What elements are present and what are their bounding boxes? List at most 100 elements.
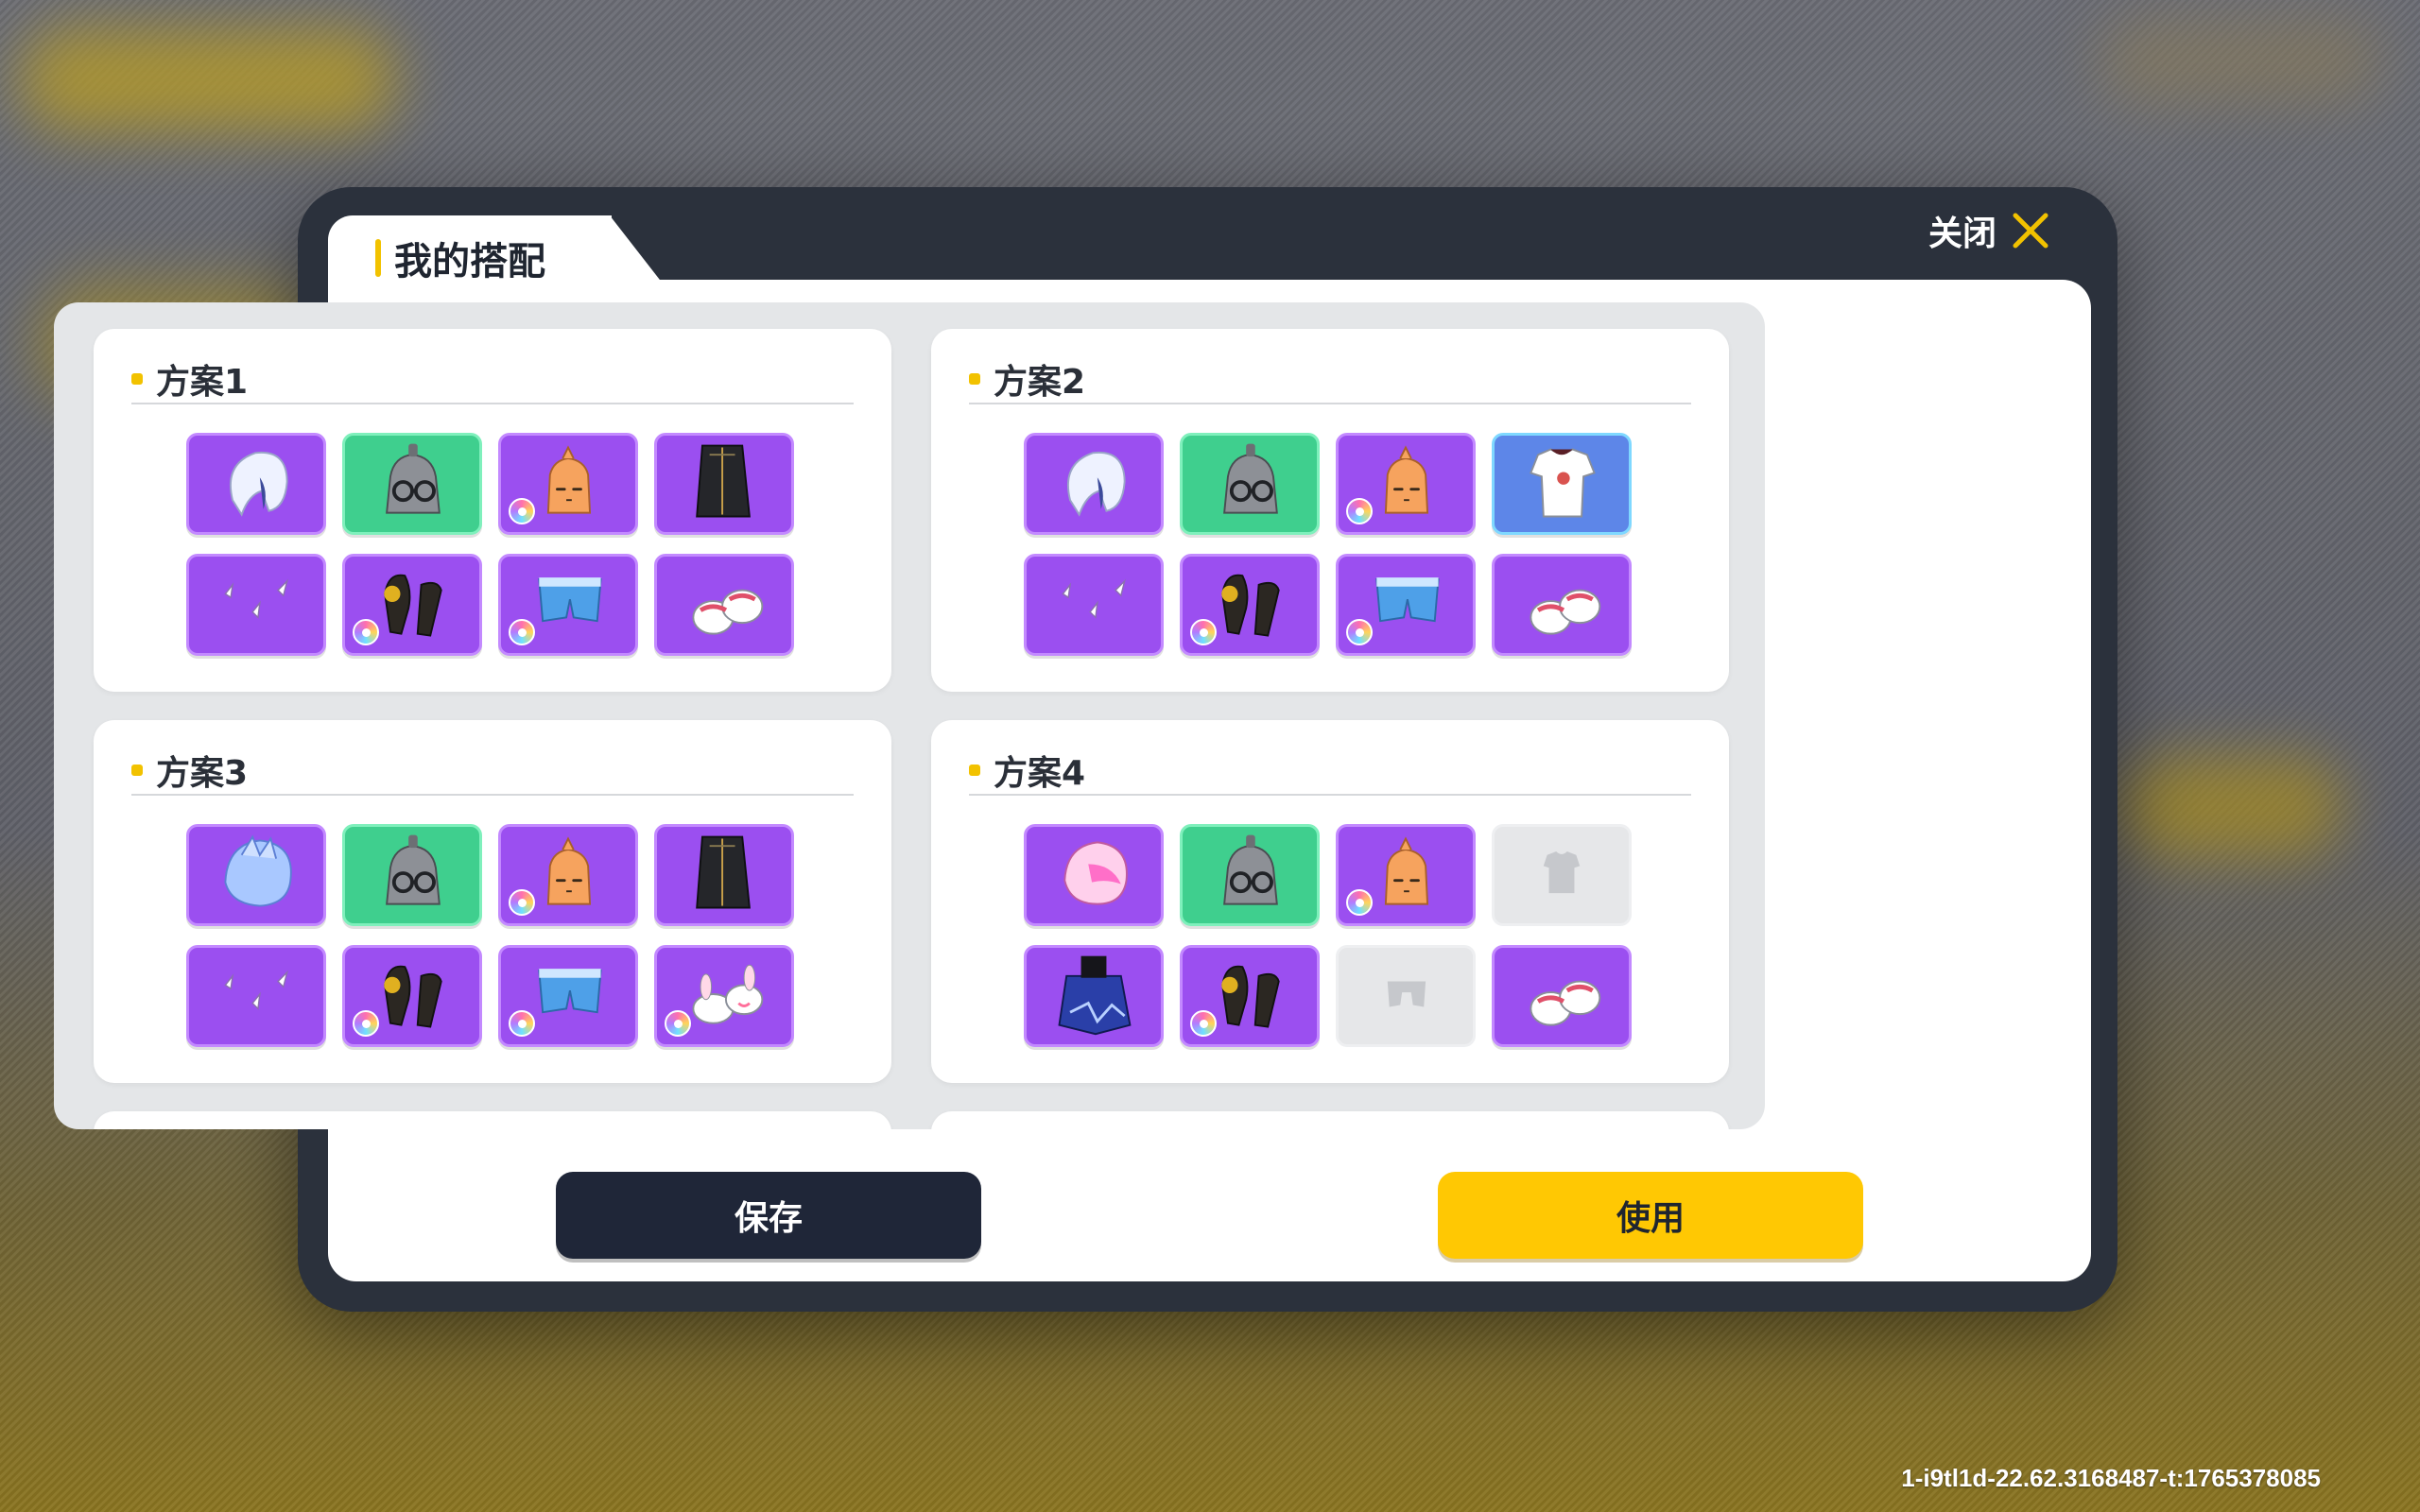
background-shape (2118, 756, 2344, 860)
outfit-item-slot[interactable] (1024, 554, 1164, 656)
dialog-title-text: 我的搭配 (394, 240, 545, 284)
black-coat-icon (673, 437, 775, 531)
outfit-item-grid (186, 824, 794, 1047)
outfit-bullet (131, 373, 143, 385)
outfit-card-partial[interactable] (94, 1111, 891, 1129)
outfit-bullet (969, 373, 980, 385)
outfit-item-slot[interactable] (1492, 945, 1632, 1047)
outfit-item-slot[interactable] (1180, 554, 1320, 656)
white-hair-icon (205, 437, 307, 531)
outfit-item-slot[interactable] (1024, 824, 1164, 926)
white-hair-icon (1043, 437, 1145, 531)
dye-badge-icon (509, 1010, 535, 1037)
outfit-item-grid (186, 433, 794, 656)
outfit-item-slot[interactable] (654, 945, 794, 1047)
dialog-tab-slope (610, 215, 676, 301)
outfit-item-slot[interactable] (1336, 433, 1476, 535)
outfit-card-header: 方案3 (131, 747, 854, 796)
outfit-name: 方案4 (994, 754, 1086, 793)
outfit-item-slot[interactable] (186, 945, 326, 1047)
outfit-item-grid (1024, 433, 1632, 656)
dye-badge-icon (1190, 1010, 1217, 1037)
outfit-item-slot[interactable] (342, 945, 482, 1047)
dye-badge-icon (353, 619, 379, 645)
title-accent-bar (375, 239, 381, 277)
outfit-card[interactable]: 方案1 (94, 329, 891, 692)
dye-badge-icon (509, 619, 535, 645)
outfit-item-slot[interactable] (342, 554, 482, 656)
white-shoes-icon (1511, 558, 1613, 652)
outfit-item-slot[interactable] (1024, 945, 1164, 1047)
dye-badge-icon (509, 498, 535, 524)
outfit-item-slot[interactable] (1024, 433, 1164, 535)
helmet-glasses-icon (1199, 437, 1301, 531)
outfit-card-header: 方案1 (131, 355, 854, 404)
use-button[interactable]: 使用 (1438, 1172, 1863, 1259)
feathers-icon (205, 558, 307, 652)
close-label: 关闭 (1927, 215, 1996, 253)
outfit-item-slot[interactable] (1336, 945, 1476, 1047)
outfit-card-header: 方案4 (969, 747, 1691, 796)
white-tshirt-icon (1511, 437, 1613, 531)
close-icon (2013, 213, 2048, 249)
outfit-item-slot[interactable] (1492, 824, 1632, 926)
outfit-card[interactable]: 方案3 (94, 720, 891, 1083)
outfit-card[interactable]: 方案4 (931, 720, 1729, 1083)
helmet-glasses-icon (361, 437, 463, 531)
helmet-glasses-icon (361, 828, 463, 922)
white-shoes-icon (1511, 949, 1613, 1043)
background-shape (19, 28, 397, 132)
outfit-item-slot[interactable] (1180, 824, 1320, 926)
outfit-list[interactable]: 方案1 方案2 方案3 方案4 (54, 302, 1765, 1129)
outfit-item-slot[interactable] (186, 824, 326, 926)
outfit-name: 方案2 (994, 363, 1086, 402)
outfit-card[interactable]: 方案2 (931, 329, 1729, 692)
white-shoes-icon (673, 558, 775, 652)
outfit-item-slot[interactable] (654, 554, 794, 656)
outfit-item-slot[interactable] (1336, 554, 1476, 656)
outfit-item-grid (1024, 824, 1632, 1047)
outfit-bullet (131, 765, 143, 776)
outfit-item-slot[interactable] (498, 433, 638, 535)
blue-hair-icon (205, 828, 307, 922)
blue-cape-icon (1043, 949, 1145, 1043)
dye-badge-icon (353, 1010, 379, 1037)
dye-badge-icon (1346, 498, 1373, 524)
dye-badge-icon (1190, 619, 1217, 645)
outfit-item-slot[interactable] (186, 433, 326, 535)
dye-badge-icon (509, 889, 535, 916)
outfit-item-slot[interactable] (498, 945, 638, 1047)
outfit-item-slot[interactable] (1492, 433, 1632, 535)
empty-bottom-icon (1355, 949, 1457, 1043)
outfit-item-slot[interactable] (1492, 554, 1632, 656)
dye-badge-icon (1346, 619, 1373, 645)
outfit-card-partial[interactable] (931, 1111, 1729, 1129)
close-button[interactable]: 关闭 (1928, 206, 2051, 255)
dye-badge-icon (665, 1010, 691, 1037)
outfit-item-slot[interactable] (342, 433, 482, 535)
helmet-glasses-icon (1199, 828, 1301, 922)
outfit-item-slot[interactable] (654, 824, 794, 926)
outfit-item-slot[interactable] (186, 554, 326, 656)
pink-hair-icon (1043, 828, 1145, 922)
outfit-item-slot[interactable] (342, 824, 482, 926)
outfit-item-slot[interactable] (1180, 433, 1320, 535)
outfit-item-slot[interactable] (1336, 824, 1476, 926)
outfit-item-slot[interactable] (654, 433, 794, 535)
outfit-item-slot[interactable] (498, 554, 638, 656)
feathers-icon (205, 949, 307, 1043)
feathers-icon (1043, 558, 1145, 652)
outfit-name: 方案3 (156, 754, 249, 793)
outfit-card-header: 方案2 (969, 355, 1691, 404)
black-coat-icon (673, 828, 775, 922)
dialog-title: 我的搭配 (375, 234, 545, 284)
outfit-item-slot[interactable] (498, 824, 638, 926)
dye-badge-icon (1346, 889, 1373, 916)
empty-top-icon (1511, 828, 1613, 922)
build-id-text: 1-i9tl1d-22.62.3168487-t:1765378085 (1901, 1464, 2321, 1492)
background-shape (2099, 19, 2382, 104)
outfit-name: 方案1 (156, 363, 249, 402)
save-button[interactable]: 保存 (556, 1172, 981, 1259)
outfit-item-slot[interactable] (1180, 945, 1320, 1047)
outfit-bullet (969, 765, 980, 776)
